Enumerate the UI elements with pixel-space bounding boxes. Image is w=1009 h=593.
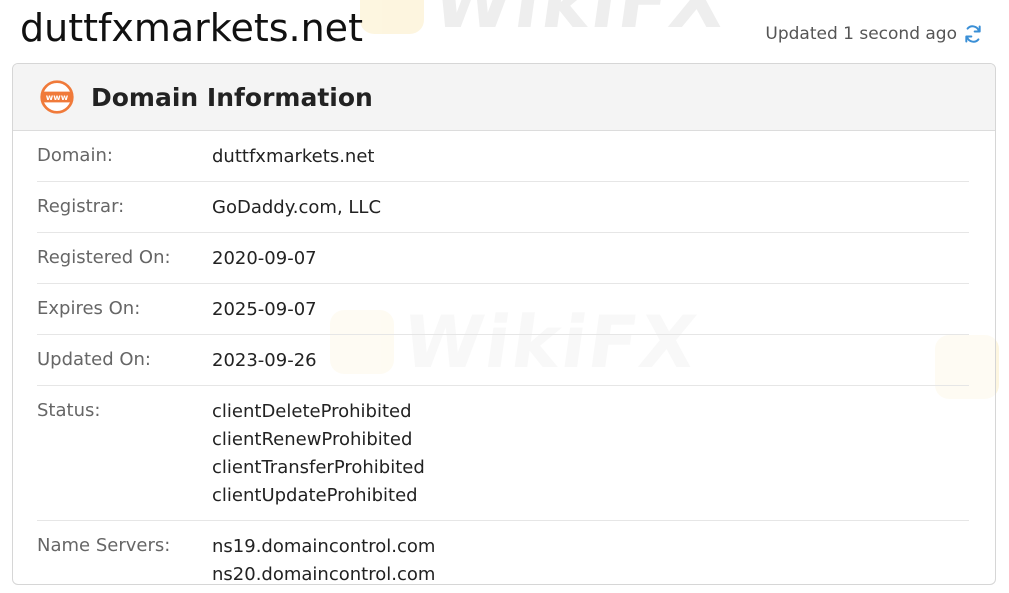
info-row: Registered On: 2020-09-07 (37, 233, 969, 284)
row-value: clientDeleteProhibited clientRenewProhibi… (212, 398, 425, 510)
row-value-line: duttfxmarkets.net (212, 146, 375, 167)
row-label: Registered On: (37, 247, 171, 268)
page: WikiFX WikiFX duttfxmarkets.net Updated … (0, 0, 1009, 593)
updated-status: Updated 1 second ago (765, 24, 983, 44)
row-value-line: 2025-09-07 (212, 299, 317, 320)
info-row: Status: clientDeleteProhibited clientRenew… (37, 386, 969, 521)
row-value-line: ns20.domaincontrol.com (212, 564, 436, 585)
info-row: Registrar: GoDaddy.com, LLC (37, 182, 969, 233)
row-value-line: GoDaddy.com, LLC (212, 197, 382, 218)
row-label: Updated On: (37, 349, 151, 370)
row-value-line: clientTransferProhibited (212, 457, 425, 478)
refresh-icon[interactable] (963, 24, 983, 44)
header: duttfxmarkets.net Updated 1 second ago (0, 0, 1009, 62)
info-row: Name Servers: ns19.domaincontrol.com ns20.… (37, 521, 969, 585)
row-value-line: clientRenewProhibited (212, 429, 413, 450)
row-label: Expires On: (37, 298, 141, 319)
row-value: 2020-09-07 (212, 245, 317, 273)
info-rows: Domain: duttfxmarkets.net Registrar: GoDadd… (13, 131, 995, 585)
row-value-line: 2023-09-26 (212, 350, 317, 371)
row-value: 2025-09-07 (212, 296, 317, 324)
info-row: Domain: duttfxmarkets.net (37, 131, 969, 182)
row-value: duttfxmarkets.net (212, 143, 374, 171)
row-label: Name Servers: (37, 535, 171, 556)
page-title: duttfxmarkets.net (20, 6, 363, 50)
row-value: GoDaddy.com, LLC (212, 194, 381, 222)
row-label: Registrar: (37, 196, 125, 217)
info-row: Expires On: 2025-09-07 (37, 284, 969, 335)
row-value-line: clientUpdateProhibited (212, 485, 418, 506)
info-row: Updated On: 2023-09-26 (37, 335, 969, 386)
row-value-line: 2020-09-07 (212, 248, 317, 269)
www-icon: www (40, 80, 74, 114)
row-label: Domain: (37, 145, 113, 166)
row-label: Status: (37, 400, 101, 421)
domain-info-card: www Domain Information Domain: duttfxmark… (12, 63, 996, 585)
updated-text: Updated 1 second ago (765, 24, 957, 44)
row-value-line: clientDeleteProhibited (212, 401, 412, 422)
svg-text:www: www (46, 92, 69, 102)
row-value: ns19.domaincontrol.com ns20.domaincontrol… (212, 533, 436, 585)
card-header: www Domain Information (13, 64, 995, 131)
card-title: Domain Information (91, 82, 373, 112)
row-value: 2023-09-26 (212, 347, 317, 375)
row-value-line: ns19.domaincontrol.com (212, 536, 436, 557)
